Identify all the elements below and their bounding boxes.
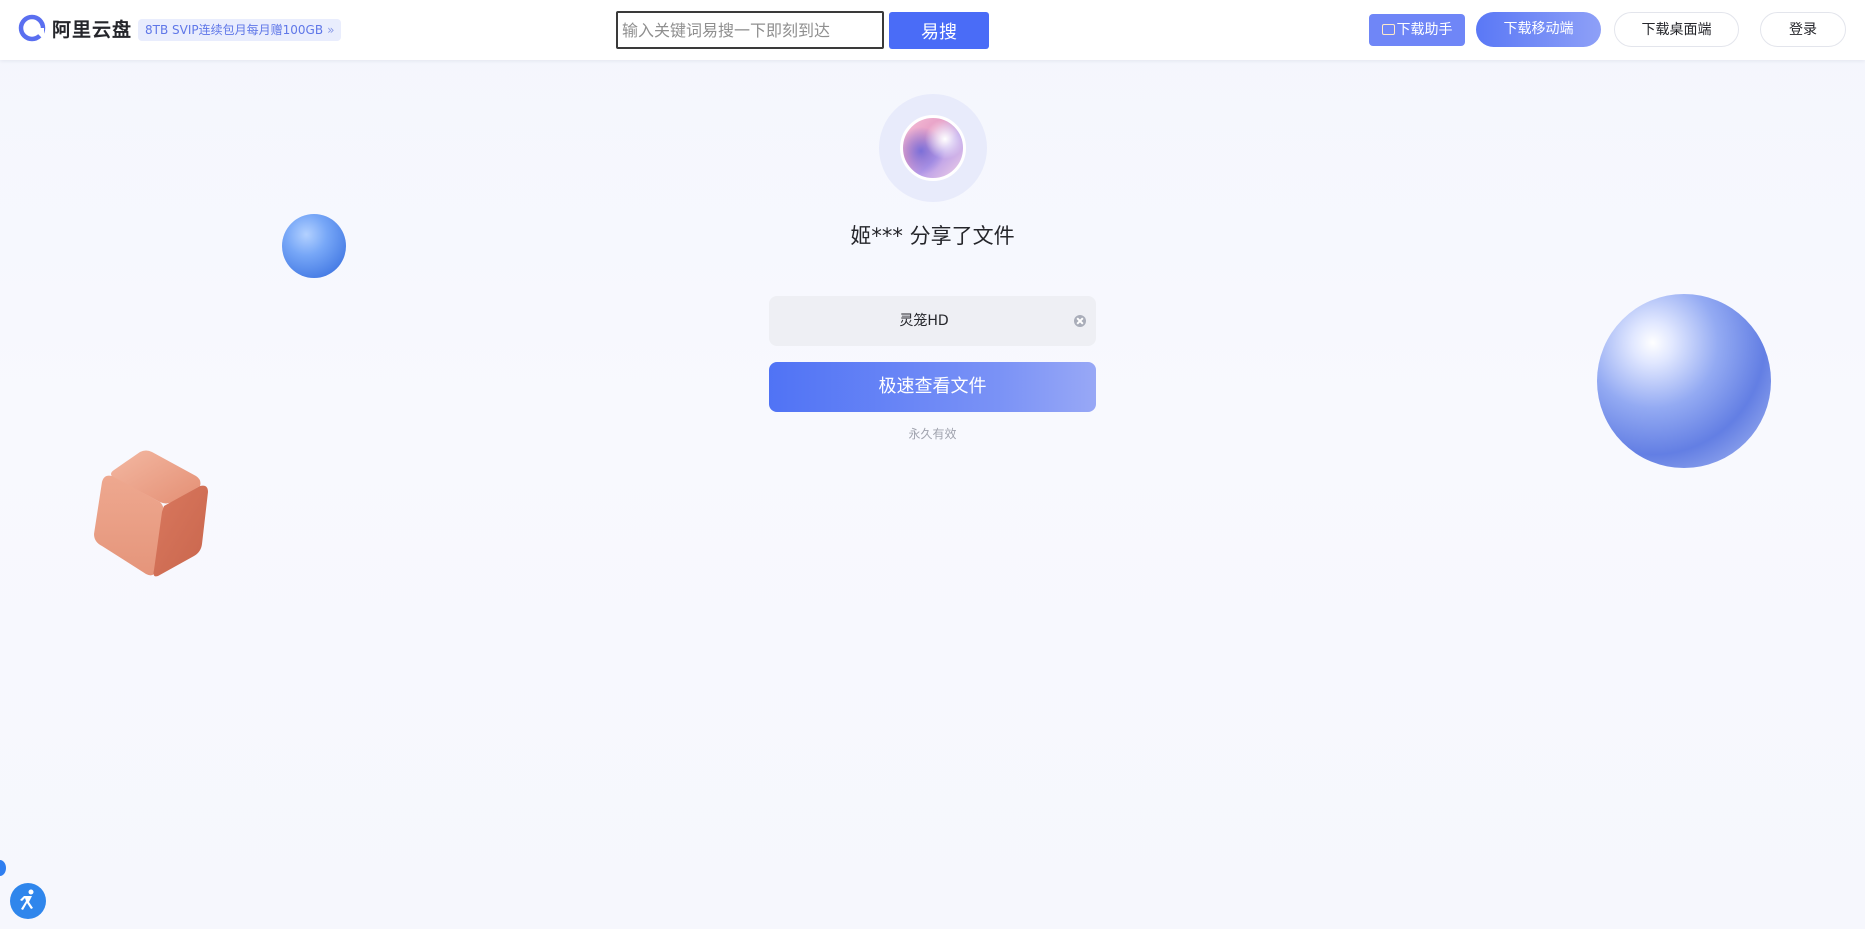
side-tab-handle[interactable]: [0, 860, 6, 876]
decorative-cube: [94, 450, 208, 577]
login-button[interactable]: 登录: [1760, 12, 1846, 47]
download-assistant-label: 下载助手: [1396, 22, 1453, 38]
aliyun-drive-logo-icon: [18, 14, 46, 42]
top-header: 阿里云盘 8TB SVIP连续包月每月赠100GB» 易搜 下载助手 下载移动端…: [0, 0, 1865, 60]
search-input[interactable]: [616, 11, 884, 49]
chevron-right-icon: »: [327, 23, 335, 37]
promo-text: 8TB SVIP连续包月每月赠100GB: [145, 23, 324, 37]
sharer-avatar: [900, 115, 966, 181]
share-code-value: 灵笼HD: [899, 313, 949, 329]
share-validity-text: 永久有效: [908, 427, 957, 441]
accessibility-button[interactable]: [10, 883, 46, 919]
logo-text: 阿里云盘: [52, 18, 133, 41]
download-mobile-button[interactable]: 下载移动端: [1476, 12, 1601, 47]
logo[interactable]: 阿里云盘: [18, 14, 132, 42]
quick-view-files-button[interactable]: 极速查看文件: [769, 362, 1096, 412]
avatar-ring: [879, 94, 987, 202]
accessibility-icon: [20, 889, 34, 910]
clear-circle-icon[interactable]: [1074, 315, 1086, 327]
download-assistant-button[interactable]: 下载助手: [1369, 14, 1465, 46]
download-assistant-icon: [1381, 24, 1395, 35]
download-desktop-button[interactable]: 下载桌面端: [1614, 12, 1739, 47]
share-title: 姬*** 分享了文件: [850, 224, 1015, 248]
share-code-field[interactable]: 灵笼HD: [769, 296, 1096, 346]
search-button[interactable]: 易搜: [889, 12, 989, 49]
svip-promo-badge[interactable]: 8TB SVIP连续包月每月赠100GB»: [138, 19, 342, 41]
